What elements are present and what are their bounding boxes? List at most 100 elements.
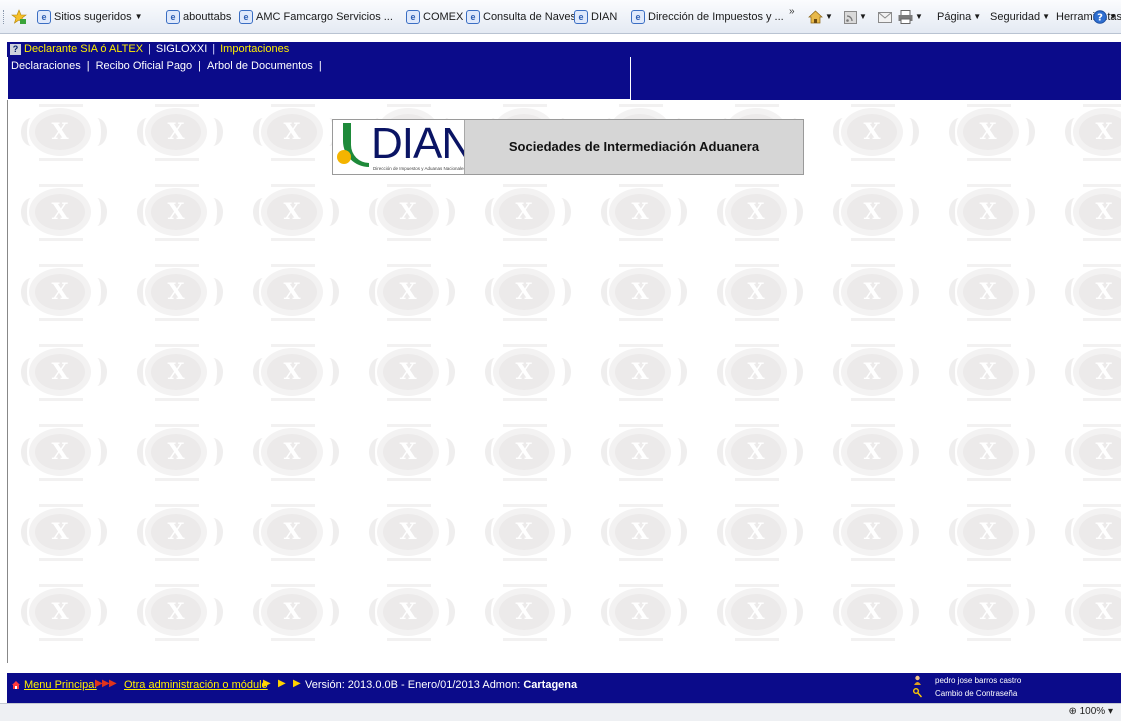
nav-declarante-sia[interactable]: Declarante SIA ó ALTEX <box>24 43 143 55</box>
primary-nav: ? Declarante SIA ó ALTEX | SIGLOXXI | Importa… <box>7 42 631 57</box>
watermark-seal-icon: X <box>127 336 225 408</box>
watermark-seal-icon: X <box>939 416 1037 488</box>
watermark-seal-icon: X <box>707 416 805 488</box>
watermark-seal-icon: X <box>243 496 341 568</box>
dian-logo-subtitle: Dirección de Impuestos y Aduanas Naciona… <box>373 166 466 171</box>
toolbar-grip[interactable] <box>3 10 7 24</box>
version-info: Versión: 2013.0.0B - Enero/01/2013 Admon… <box>305 679 577 691</box>
fav-label: Sitios sugeridos <box>54 11 132 23</box>
version-text: Versión: 2013.0.0B - Enero/01/2013 Admon… <box>305 679 521 691</box>
watermark-seal-icon: X <box>939 336 1037 408</box>
dian-sun-icon <box>337 150 351 164</box>
watermark-seal-icon: X <box>127 256 225 328</box>
fav-label: COMEX <box>423 11 464 23</box>
fav-direccion-impuestos[interactable]: e Dirección de Impuestos y ... <box>631 9 784 25</box>
watermark-seal-icon: X <box>591 656 689 663</box>
chevron-down-icon: ▼ <box>1042 12 1051 22</box>
page-menu[interactable]: Página ▼ <box>937 9 981 25</box>
menu-principal-link[interactable]: Menu Principal <box>24 679 97 691</box>
ie-page-icon: e <box>466 10 480 25</box>
watermark-seal-icon: X <box>1055 256 1121 328</box>
zoom-control[interactable]: ⊕ 100% ▾ <box>1068 706 1113 717</box>
watermark-seal-icon: X <box>243 416 341 488</box>
help-menu[interactable]: ? ▼ <box>1093 9 1117 25</box>
read-mail-button[interactable] <box>878 9 892 25</box>
status-bar: Menu Principal ▶ ▶ ▶ Otra administración… <box>7 673 1121 703</box>
help-icon[interactable]: ? <box>10 44 21 55</box>
ie-page-icon: e <box>239 10 253 25</box>
watermark-seal-icon: X <box>1055 336 1121 408</box>
arrow-icon: ▶ <box>278 678 286 689</box>
home-icon <box>808 10 823 24</box>
ie-page-icon: e <box>574 10 588 25</box>
watermark-seal-icon: X <box>591 336 689 408</box>
watermark-seal-icon: X <box>823 416 921 488</box>
watermark-seal-icon: X <box>11 100 109 168</box>
watermark-seal-icon: X <box>127 416 225 488</box>
print-button[interactable]: ▼ <box>898 9 923 25</box>
otra-administracion-link[interactable]: Otra administración o módulo <box>124 679 268 691</box>
watermark-seal-icon: X <box>707 656 805 663</box>
fav-dian[interactable]: e DIAN <box>574 9 617 25</box>
home-button[interactable]: ▼ <box>808 9 833 25</box>
fav-sitios-sugeridos[interactable]: e Sitios sugeridos ▼ <box>37 9 143 25</box>
mail-icon <box>878 11 892 23</box>
nav-separator: | <box>86 60 90 72</box>
page-menu-label: Página <box>937 11 972 23</box>
watermark-seal-icon: X <box>11 176 109 248</box>
watermark-seal-icon: X <box>11 416 109 488</box>
watermark-seal-icon: X <box>243 336 341 408</box>
watermark-seal-icon: X <box>1055 656 1121 663</box>
watermark-seal-icon: X <box>939 656 1037 663</box>
fav-amc-famcargo[interactable]: e AMC Famcargo Servicios ... <box>239 9 393 25</box>
nav-separator: | <box>148 43 151 55</box>
nav-arbol-documentos[interactable]: Arbol de Documentos <box>207 60 313 72</box>
nav-recibo-oficial-pago[interactable]: Recibo Oficial Pago <box>96 60 193 72</box>
watermark-seal-icon: X <box>127 656 225 663</box>
ie-page-icon: e <box>631 10 645 25</box>
watermark-seal-icon: X <box>359 656 457 663</box>
dian-logo-word: DIAN <box>371 119 473 168</box>
watermark-seal-icon: X <box>127 176 225 248</box>
feeds-icon <box>844 10 857 24</box>
fav-comex[interactable]: e COMEX <box>406 9 463 25</box>
watermark-seal-icon: X <box>707 336 805 408</box>
favorites-star-icon[interactable] <box>11 9 27 25</box>
watermark-seal-icon: X <box>939 100 1037 168</box>
watermark-seal-icon: X <box>475 416 573 488</box>
chevron-down-icon: ▼ <box>134 12 143 22</box>
page-title: Sociedades de Intermediación Aduanera <box>464 120 803 174</box>
watermark-seal-icon: X <box>1055 100 1121 168</box>
fav-consulta-de-naves[interactable]: e Consulta de Naves <box>466 9 576 25</box>
nav-declaraciones[interactable]: Declaraciones <box>11 60 81 72</box>
zoom-level: 100% <box>1079 706 1106 717</box>
watermark-seal-icon: X <box>707 256 805 328</box>
nav-importaciones[interactable]: Importaciones <box>220 43 289 55</box>
home-icon[interactable] <box>12 681 20 689</box>
watermark-seal-icon: X <box>243 576 341 648</box>
watermark-seal-icon: X <box>939 176 1037 248</box>
watermark-seal-icon: X <box>823 656 921 663</box>
header-band <box>631 42 1121 100</box>
watermark-seal-icon: X <box>475 496 573 568</box>
fav-label: abouttabs <box>183 11 232 23</box>
fav-label: Consulta de Naves <box>483 11 576 23</box>
watermark-seal-icon: X <box>1055 416 1121 488</box>
watermark-seal-icon: X <box>127 100 225 168</box>
watermark-seal-icon: X <box>359 336 457 408</box>
watermark-seal-icon: X <box>707 176 805 248</box>
key-icon <box>913 688 922 698</box>
watermark-seal-icon: X <box>475 256 573 328</box>
watermark-seal-icon: X <box>707 496 805 568</box>
security-menu[interactable]: Seguridad ▼ <box>990 9 1050 25</box>
feeds-button[interactable]: ▼ <box>844 9 867 25</box>
fav-label: DIAN <box>591 11 618 23</box>
watermark-seal-icon: X <box>939 496 1037 568</box>
more-favorites-chevron[interactable]: » <box>789 6 795 17</box>
watermark-seal-icon: X <box>127 576 225 648</box>
watermark-seal-icon: X <box>243 656 341 663</box>
watermark-seal-icon: X <box>591 496 689 568</box>
fav-abouttabs[interactable]: e abouttabs <box>166 9 231 25</box>
nav-sigloxxi[interactable]: SIGLOXXI <box>156 43 207 55</box>
change-password-link[interactable]: Cambio de Contraseña <box>935 689 1017 698</box>
